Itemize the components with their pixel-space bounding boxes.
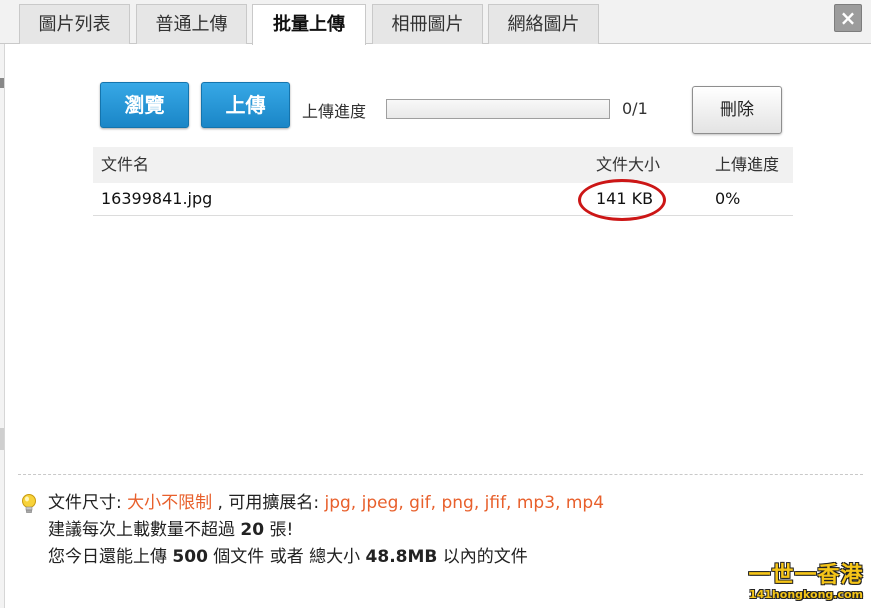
- watermark-site: 141hongkong.com: [748, 588, 864, 601]
- browse-button[interactable]: 瀏覽: [100, 82, 189, 128]
- file-table: 文件名 文件大小 上傳進度 16399841.jpg 141 KB 0%: [93, 147, 793, 216]
- info-size-limit: 大小不限制: [127, 493, 213, 513]
- watermark-title: 一世一香港: [748, 563, 864, 588]
- window-left-edge: [0, 0, 5, 608]
- info-batch-suffix: 張!: [264, 520, 294, 540]
- upload-progress-count: 0/1: [622, 99, 648, 118]
- close-button[interactable]: ×: [834, 4, 862, 32]
- upload-progress-label: 上傳進度: [302, 102, 367, 121]
- tab-normal-upload[interactable]: 普通上傳: [136, 4, 247, 44]
- watermark-logo: 一世一香港 141hongkong.com: [744, 564, 868, 604]
- info-extensions: jpg, jpeg, gif, png, jfif, mp3, mp4: [324, 493, 605, 513]
- file-progress-cell: 0%: [715, 189, 741, 208]
- info-line-daily-quota: 您今日還能上傳 500 個文件 或者 總大小 48.8MB 以內的文件: [20, 544, 604, 571]
- info-size-prefix: 文件尺寸:: [48, 493, 128, 513]
- left-edge-mark: [0, 428, 4, 450]
- tab-batch-upload[interactable]: 批量上傳: [252, 4, 366, 45]
- table-row[interactable]: 16399841.jpg 141 KB 0%: [93, 183, 793, 216]
- header-file-size: 文件大小: [596, 155, 661, 174]
- upload-info: 文件尺寸: 大小不限制 , 可用擴展名: jpg, jpeg, gif, png…: [20, 490, 604, 571]
- info-line-batch-limit: 建議每次上載數量不超過 20 張!: [20, 517, 604, 544]
- close-icon: ×: [839, 6, 857, 30]
- delete-button[interactable]: 刪除: [692, 86, 782, 134]
- lightbulb-icon: [22, 494, 36, 513]
- file-name-cell: 16399841.jpg: [101, 189, 213, 208]
- upload-progress-bar: [386, 99, 610, 119]
- info-quota-size: 48.8MB: [365, 547, 438, 567]
- header-file-name: 文件名: [101, 155, 150, 174]
- info-ext-prefix: , 可用擴展名:: [212, 493, 325, 513]
- info-batch-number: 20: [240, 520, 265, 540]
- info-quota-count: 500: [172, 547, 208, 567]
- divider: [18, 474, 863, 475]
- info-quota-prefix: 您今日還能上傳: [48, 547, 173, 567]
- info-quota-suffix: 以內的文件: [437, 547, 528, 567]
- left-edge-mark: [0, 78, 4, 88]
- table-header: 文件名 文件大小 上傳進度: [93, 147, 793, 183]
- header-upload-progress: 上傳進度: [715, 155, 780, 174]
- tab-image-list[interactable]: 圖片列表: [19, 4, 130, 44]
- size-highlight-circle: [578, 179, 666, 221]
- info-line-file-size: 文件尺寸: 大小不限制 , 可用擴展名: jpg, jpeg, gif, png…: [20, 490, 604, 517]
- tab-bar: 圖片列表 普通上傳 批量上傳 相冊圖片 網絡圖片 ×: [0, 0, 871, 45]
- upload-button[interactable]: 上傳: [201, 82, 290, 128]
- info-batch-prefix: 建議每次上載數量不超過: [48, 520, 241, 540]
- info-quota-mid: 個文件 或者 總大小: [207, 547, 366, 567]
- tab-album-images[interactable]: 相冊圖片: [372, 4, 483, 44]
- tab-web-images[interactable]: 網絡圖片: [488, 4, 599, 44]
